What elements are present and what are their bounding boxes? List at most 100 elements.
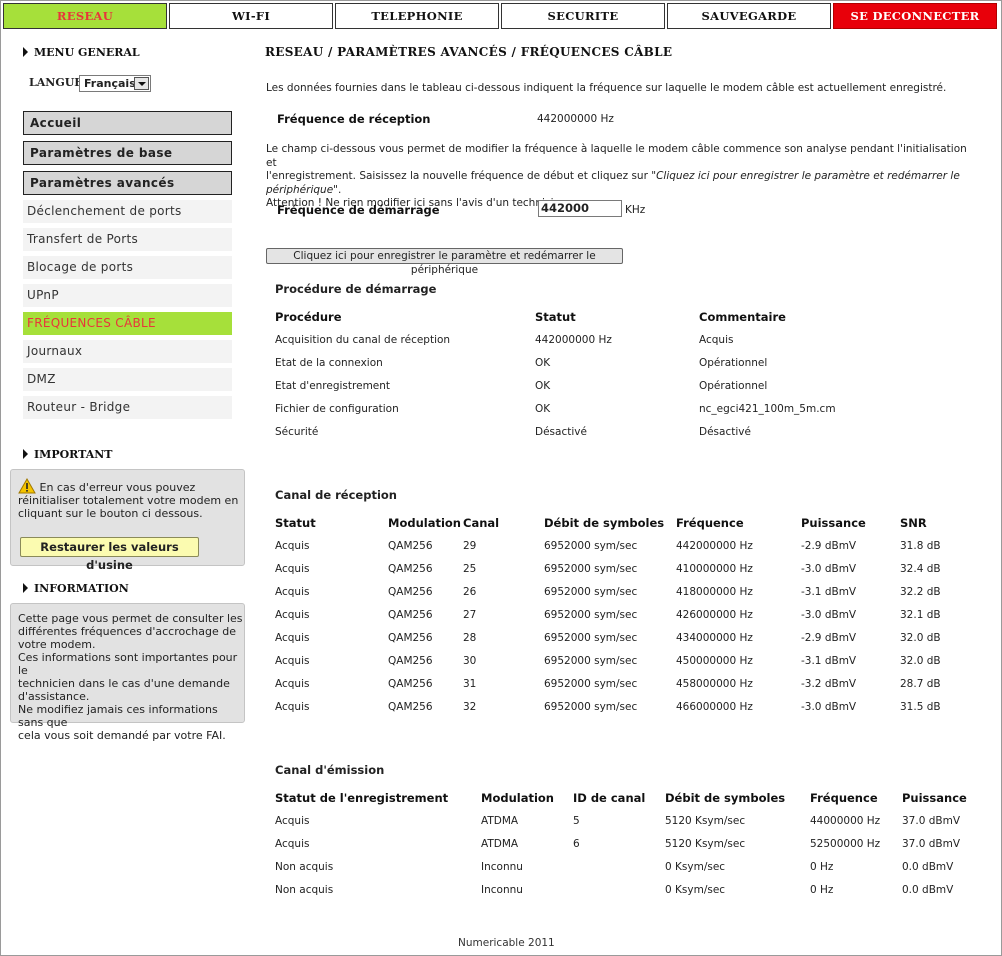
table-cell: 32.0 dB [900, 655, 941, 667]
table-cell: -3.1 dBmV [801, 655, 857, 667]
tab-reseau[interactable]: RESEAU [3, 3, 167, 29]
table-cell: -3.1 dBmV [801, 586, 857, 598]
langue-label: LANGUE [29, 76, 83, 89]
downstream-header-debit: Débit de symboles [544, 516, 665, 530]
table-cell: 31.5 dB [900, 701, 941, 713]
table-cell: 32.4 dB [900, 563, 941, 575]
table-cell: Acquis [275, 586, 310, 598]
sidebar-item-frequences-cable[interactable]: FRÉQUENCES CÂBLE [23, 312, 232, 335]
table-cell: Opérationnel [699, 380, 768, 392]
table-cell: QAM256 [388, 632, 433, 644]
important-heading: IMPORTANT [23, 448, 112, 461]
start-frequency-input[interactable]: 442000 [538, 200, 622, 217]
info-line: Ne modifiez jamais ces informations sans… [18, 703, 218, 729]
upstream-header-debit: Débit de symboles [665, 791, 786, 805]
table-cell: 32.2 dB [900, 586, 941, 598]
table-cell: 6 [573, 838, 580, 850]
table-cell: OK [535, 380, 551, 392]
table-cell: 52500000 Hz [810, 838, 881, 850]
table-cell: -3.0 dBmV [801, 609, 857, 621]
sidebar-item-upnp[interactable]: UPnP [23, 284, 232, 307]
menu-general-heading: MENU GENERAL [23, 46, 140, 59]
start-frequency-unit: KHz [625, 204, 646, 216]
table-cell: Acquis [275, 815, 310, 827]
information-heading: INFORMATION [23, 582, 129, 595]
table-cell: 5120 Ksym/sec [665, 838, 746, 850]
logout-button[interactable]: SE DECONNECTER [833, 3, 997, 29]
table-cell: Acquis [275, 655, 310, 667]
table-cell: 442000000 Hz [676, 540, 753, 552]
table-cell: 426000000 Hz [676, 609, 753, 621]
sidebar-item-parametres-base[interactable]: Paramètres de base [23, 141, 232, 165]
important-text-block: En cas d'erreur vous pouvez réinitialise… [18, 478, 240, 520]
sidebar-item-dmz[interactable]: DMZ [23, 368, 232, 391]
sidebar-item-blocage-ports[interactable]: Blocage de ports [23, 256, 232, 279]
table-cell: Etat d'enregistrement [275, 380, 391, 392]
table-cell: 30 [463, 655, 477, 667]
tab-telephonie[interactable]: TELEPHONIE [335, 3, 499, 29]
rx-frequency-value: 442000000 Hz [537, 113, 614, 125]
arrow-right-icon [23, 583, 28, 593]
table-cell: Désactivé [535, 426, 587, 438]
table-cell: 0 Ksym/sec [665, 884, 726, 896]
startup-header-commentaire: Commentaire [699, 310, 786, 324]
upstream-title: Canal d'émission [275, 763, 385, 777]
table-cell: 434000000 Hz [676, 632, 753, 644]
restore-defaults-button[interactable]: Restaurer les valeurs d'usine [20, 537, 199, 572]
rx-frequency-label: Fréquence de réception [277, 112, 431, 126]
table-cell: Inconnu [481, 861, 523, 873]
table-cell: -2.9 dBmV [801, 540, 857, 552]
table-cell: Acquis [275, 540, 310, 552]
startup-header-statut: Statut [535, 310, 576, 324]
downstream-header-snr: SNR [900, 516, 927, 530]
sidebar-item-parametres-avances[interactable]: Paramètres avancés [23, 171, 232, 195]
table-cell: QAM256 [388, 655, 433, 667]
sidebar-item-journaux[interactable]: Journaux [23, 340, 232, 363]
table-cell: 37.0 dBmV [902, 815, 960, 827]
table-cell: OK [535, 403, 551, 415]
tab-securite[interactable]: SECURITE [501, 3, 665, 29]
table-cell: 27 [463, 609, 477, 621]
table-cell: -2.9 dBmV [801, 632, 857, 644]
table-cell: 31.8 dB [900, 540, 941, 552]
table-cell: Inconnu [481, 884, 523, 896]
startup-procedure-title: Procédure de démarrage [275, 282, 437, 296]
table-cell: Acquisition du canal de réception [275, 334, 451, 346]
table-cell: 0 Ksym/sec [665, 861, 726, 873]
table-cell: 442000000 Hz [535, 334, 612, 346]
info-line: différentes fréquences d'accrochage de [18, 625, 236, 638]
table-cell: 6952000 sym/sec [544, 701, 638, 713]
downstream-header-puissance: Puissance [801, 516, 866, 530]
langue-select[interactable]: Français [79, 75, 151, 92]
table-cell: QAM256 [388, 701, 433, 713]
table-cell: QAM256 [388, 563, 433, 575]
chevron-down-icon[interactable] [134, 77, 149, 90]
sidebar-item-declenchement-ports[interactable]: Déclenchement de ports [23, 200, 232, 223]
table-cell: Sécurité [275, 426, 319, 438]
table-cell: 28 [463, 632, 477, 644]
table-cell: 44000000 Hz [810, 815, 881, 827]
upstream-header-id-canal: ID de canal [573, 791, 646, 805]
top-navigation: RESEAU WI-FI TELEPHONIE SECURITE SAUVEGA… [3, 3, 999, 29]
info-line: cela vous soit demandé par votre FAI. [18, 729, 226, 742]
important-text: En cas d'erreur vous pouvez réinitialise… [18, 481, 239, 520]
page-title: RESEAU / PARAMÈTRES AVANCÉS / FRÉQUENCES… [265, 45, 673, 59]
upstream-header-modulation: Modulation [481, 791, 554, 805]
table-cell: nc_egci421_100m_5m.cm [699, 403, 836, 415]
sidebar-item-accueil[interactable]: Accueil [23, 111, 232, 135]
footer-copyright: Numericable 2011 [458, 937, 555, 949]
sidebar-item-routeur-bridge[interactable]: Routeur - Bridge [23, 396, 232, 419]
tab-wifi[interactable]: WI-FI [169, 3, 333, 29]
sidebar-item-transfert-ports[interactable]: Transfert de Ports [23, 228, 232, 251]
table-cell: QAM256 [388, 586, 433, 598]
table-cell: 0.0 dBmV [902, 884, 954, 896]
save-restart-button[interactable]: Cliquez ici pour enregistrer le paramètr… [266, 248, 623, 276]
table-cell: ATDMA [481, 815, 519, 827]
upstream-header-frequence: Fréquence [810, 791, 878, 805]
tab-sauvegarde[interactable]: SAUVEGARDE [667, 3, 831, 29]
table-cell: Désactivé [699, 426, 751, 438]
information-box: Cette page vous permet de consulter les … [10, 603, 245, 742]
table-cell: -3.2 dBmV [801, 678, 857, 690]
table-cell: 0 Hz [810, 861, 834, 873]
table-cell: Acquis [275, 678, 310, 690]
